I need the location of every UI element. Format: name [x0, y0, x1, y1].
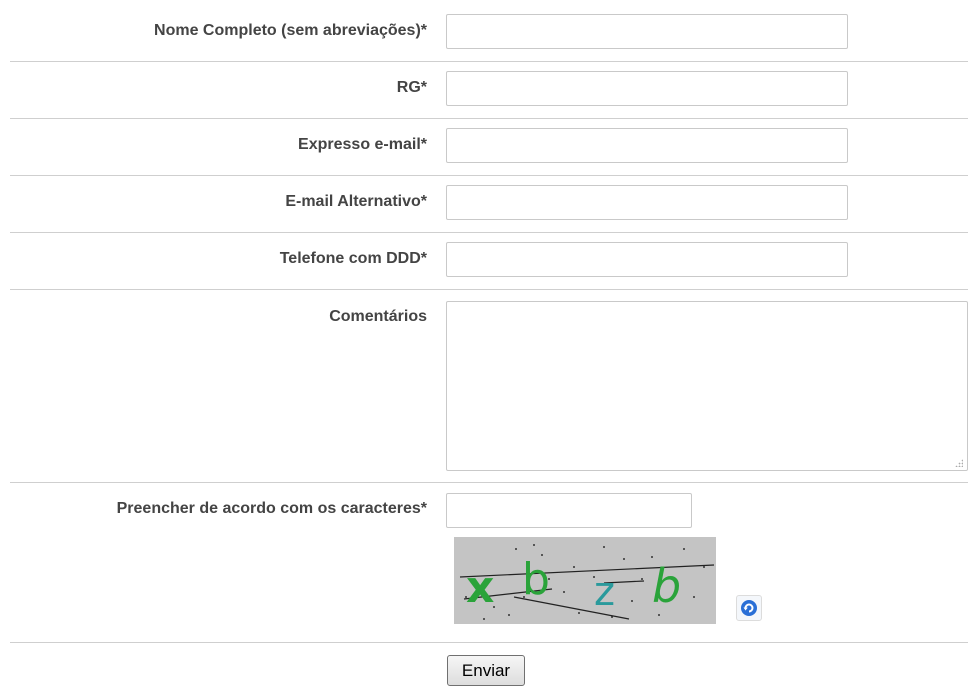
refresh-icon [741, 600, 757, 616]
divider [10, 61, 968, 62]
divider [10, 289, 968, 290]
captcha-refresh-button[interactable] [736, 595, 762, 621]
rg-input[interactable] [446, 71, 848, 106]
captcha-input[interactable] [446, 493, 692, 528]
captcha-char: z [594, 569, 615, 615]
divider [10, 175, 968, 176]
divider [10, 232, 968, 233]
full-name-input[interactable] [446, 14, 848, 49]
captcha-char: b [522, 554, 550, 605]
submit-button[interactable]: Enviar [447, 655, 525, 686]
comments-textarea[interactable] [446, 301, 968, 471]
captcha-char: b [652, 559, 681, 613]
expresso-email-input[interactable] [446, 128, 848, 163]
captcha-char: x [466, 562, 494, 613]
captcha-label: Preencher de acordo com os caracteres* [116, 500, 427, 517]
alt-email-label: E-mail Alternativo* [285, 193, 427, 210]
phone-label: Telefone com DDD* [279, 250, 427, 267]
full-name-label: Nome Completo (sem abreviações)* [154, 22, 427, 39]
comments-label: Comentários [329, 308, 427, 325]
divider [10, 118, 968, 119]
rg-label: RG* [396, 79, 427, 96]
divider [10, 642, 968, 643]
phone-input[interactable] [446, 242, 848, 277]
alt-email-input[interactable] [446, 185, 848, 220]
captcha-image: x b z b [454, 537, 716, 624]
expresso-email-label: Expresso e-mail* [298, 136, 427, 153]
divider [10, 482, 968, 483]
